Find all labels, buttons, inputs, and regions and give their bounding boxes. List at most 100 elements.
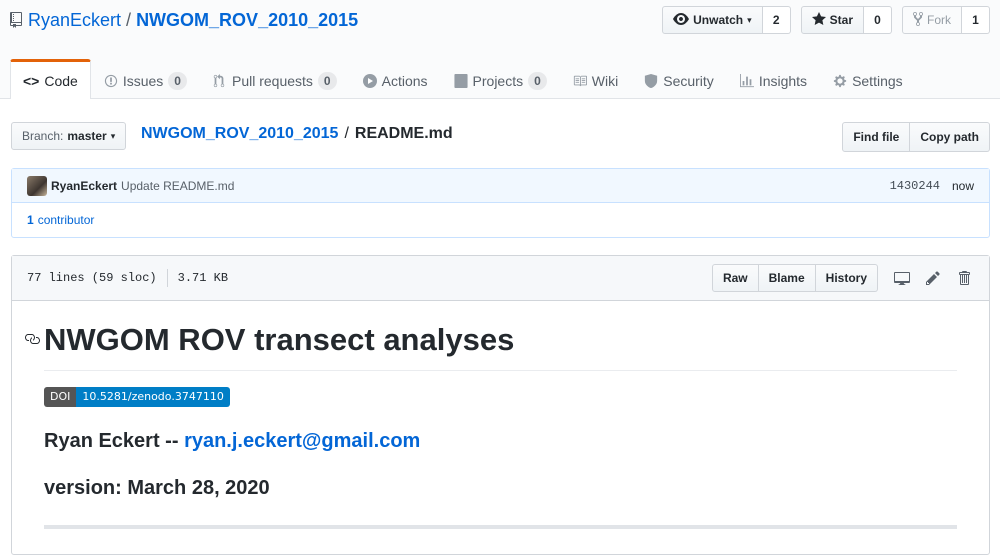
doi-badge-label: DOI bbox=[44, 386, 77, 407]
file-header: 77 lines (59 sloc) 3.71 KB Raw Blame His… bbox=[12, 256, 989, 301]
repo-owner-link[interactable]: RyanEckert bbox=[28, 10, 121, 31]
tab-wiki[interactable]: Wiki bbox=[560, 59, 631, 99]
book-icon bbox=[573, 74, 587, 88]
tab-pull-requests[interactable]: Pull requests 0 bbox=[200, 59, 350, 99]
repo-title: RyanEckert / NWGOM_ROV_2010_2015 bbox=[10, 8, 358, 32]
branch-select-button[interactable]: Branch: master ▾ bbox=[11, 122, 127, 150]
tab-label: Actions bbox=[381, 72, 428, 89]
breadcrumb-separator: / bbox=[344, 125, 349, 142]
repo-actions: Unwatch ▾ 2 Star 0 Fork 1 bbox=[662, 6, 990, 34]
branch-label: Branch: bbox=[22, 129, 64, 143]
fork-label: Fork bbox=[927, 13, 951, 27]
chevron-down-icon: ▾ bbox=[110, 130, 116, 141]
repo-nav-tabs: <> Code Issues 0 Pull requests 0 Actions bbox=[10, 59, 916, 99]
repo-header: RyanEckert / NWGOM_ROV_2010_2015 Unwatch… bbox=[0, 0, 1000, 99]
tab-insights[interactable]: Insights bbox=[727, 59, 820, 99]
branch-value: master bbox=[67, 129, 107, 143]
contributors-count: 1 bbox=[27, 213, 34, 227]
find-file-button[interactable]: Find file bbox=[842, 122, 911, 152]
email-link[interactable]: ryan.j.eckert@gmail.com bbox=[184, 430, 420, 452]
tab-security[interactable]: Security bbox=[631, 59, 727, 99]
tab-label: Projects bbox=[472, 72, 524, 89]
commit-sha-link[interactable]: 1430244 bbox=[890, 179, 940, 193]
gear-icon bbox=[833, 74, 847, 88]
file-navigation: Branch: master ▾ NWGOM_ROV_2010_2015 / R… bbox=[11, 122, 990, 152]
eye-icon bbox=[673, 11, 690, 30]
breadcrumb: NWGOM_ROV_2010_2015 / README.md bbox=[141, 125, 453, 143]
play-icon bbox=[362, 73, 377, 88]
file-info-divider bbox=[166, 269, 168, 287]
commit-time: now bbox=[951, 178, 974, 193]
breadcrumb-file: README.md bbox=[354, 125, 453, 142]
readme-author-heading: Ryan Eckert -- ryan.j.eckert@gmail.com bbox=[44, 429, 957, 454]
pencil-icon[interactable] bbox=[926, 270, 942, 286]
watch-button[interactable]: Unwatch ▾ bbox=[662, 6, 763, 34]
divider bbox=[44, 524, 957, 529]
fork-icon bbox=[913, 11, 923, 30]
shield-icon bbox=[644, 73, 658, 88]
issue-icon bbox=[104, 74, 118, 88]
history-button[interactable]: History bbox=[815, 264, 878, 292]
blame-button[interactable]: Blame bbox=[758, 264, 816, 292]
issues-count: 0 bbox=[168, 71, 187, 90]
tab-label: Code bbox=[44, 72, 78, 89]
commit-box: RyanEckert Update README.md 1430244 now … bbox=[11, 168, 990, 238]
contributors-label: contributor bbox=[37, 213, 95, 227]
watch-count[interactable]: 2 bbox=[762, 6, 791, 34]
readme-title: NWGOM ROV transect analyses bbox=[44, 301, 957, 371]
file-lines: 77 lines (59 sloc) bbox=[27, 271, 157, 285]
repo-title-separator: / bbox=[126, 9, 132, 30]
trash-icon[interactable] bbox=[958, 270, 974, 286]
breadcrumb-repo-link[interactable]: NWGOM_ROV_2010_2015 bbox=[141, 125, 338, 143]
file-info: 77 lines (59 sloc) 3.71 KB bbox=[27, 269, 228, 287]
fork-button[interactable]: Fork bbox=[902, 6, 962, 34]
commit-meta: 1430244 now bbox=[890, 179, 974, 193]
chevron-down-icon: ▾ bbox=[747, 14, 752, 25]
file-box: 77 lines (59 sloc) 3.71 KB Raw Blame His… bbox=[11, 255, 990, 555]
watch-label: Unwatch bbox=[693, 13, 744, 27]
fork-count[interactable]: 1 bbox=[962, 6, 990, 34]
doi-badge[interactable]: DOI 10.5281/zenodo.3747110 bbox=[44, 386, 230, 407]
tab-code[interactable]: <> Code bbox=[10, 59, 91, 99]
copy-path-button[interactable]: Copy path bbox=[910, 122, 990, 152]
desktop-icon[interactable] bbox=[894, 270, 910, 286]
repo-name-link[interactable]: NWGOM_ROV_2010_2015 bbox=[136, 10, 358, 31]
star-label: Star bbox=[829, 13, 853, 27]
pull-requests-count: 0 bbox=[317, 71, 337, 90]
readme-version-heading: version: March 28, 2020 bbox=[44, 476, 270, 499]
pull-request-icon bbox=[213, 73, 227, 88]
commit-info: RyanEckert Update README.md 1430244 now bbox=[12, 169, 989, 203]
tab-settings[interactable]: Settings bbox=[820, 59, 916, 99]
doi-badge-value: 10.5281/zenodo.3747110 bbox=[76, 386, 230, 407]
graph-icon bbox=[739, 73, 754, 88]
tab-label: Pull requests bbox=[231, 72, 313, 89]
link-icon[interactable] bbox=[24, 331, 40, 347]
projects-count: 0 bbox=[528, 71, 547, 90]
star-icon bbox=[811, 11, 826, 30]
repo-icon bbox=[10, 12, 24, 28]
project-icon bbox=[453, 73, 468, 88]
tab-issues[interactable]: Issues 0 bbox=[91, 59, 200, 99]
file-size: 3.71 KB bbox=[177, 271, 229, 285]
author-prefix: Ryan Eckert -- bbox=[44, 429, 179, 452]
tab-label: Settings bbox=[852, 72, 903, 89]
star-count[interactable]: 0 bbox=[864, 6, 892, 34]
avatar[interactable] bbox=[27, 175, 47, 196]
tab-label: Issues bbox=[122, 72, 164, 89]
file-action-icons bbox=[894, 270, 974, 286]
tab-label: Wiki bbox=[591, 72, 619, 89]
commit-author-link[interactable]: RyanEckert bbox=[51, 179, 117, 193]
star-group: Star 0 bbox=[800, 6, 892, 34]
tab-label: Insights bbox=[758, 72, 808, 89]
watch-group: Unwatch ▾ 2 bbox=[662, 6, 791, 34]
tab-projects[interactable]: Projects 0 bbox=[441, 59, 560, 99]
tab-label: Security bbox=[663, 72, 714, 89]
tab-actions[interactable]: Actions bbox=[350, 59, 441, 99]
commit-message-link[interactable]: Update README.md bbox=[121, 179, 234, 193]
file-actions: Raw Blame History bbox=[711, 264, 974, 292]
readme-content: NWGOM ROV transect analyses DOI 10.5281/… bbox=[12, 301, 989, 529]
star-button[interactable]: Star bbox=[800, 6, 864, 34]
code-icon: <> bbox=[23, 72, 40, 89]
contributors-link[interactable]: 1 contributor bbox=[12, 203, 989, 237]
raw-button[interactable]: Raw bbox=[711, 264, 759, 292]
